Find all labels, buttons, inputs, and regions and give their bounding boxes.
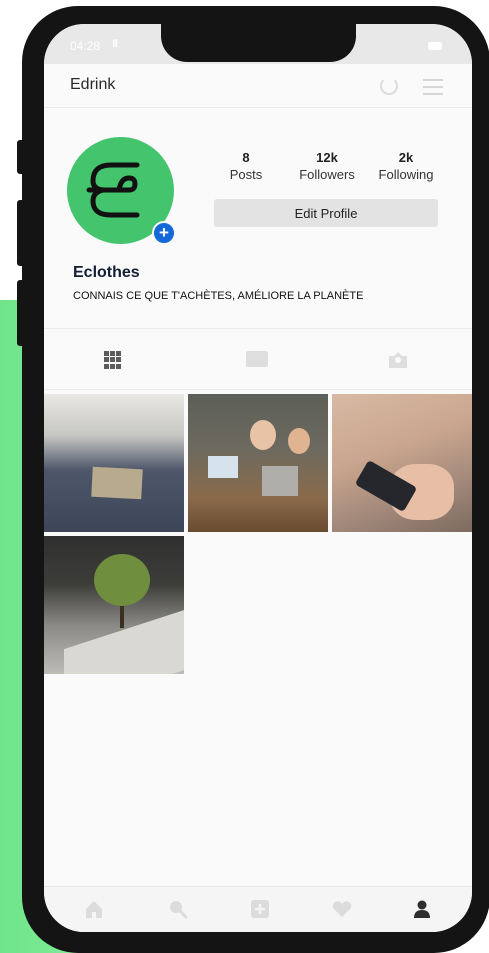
stat-followers[interactable]: 12k Followers <box>294 150 360 182</box>
menu-icon[interactable] <box>423 79 443 100</box>
laptop-screen <box>208 456 238 478</box>
following-count: 2k <box>398 150 414 165</box>
profile-tabs <box>44 328 472 390</box>
home-icon[interactable] <box>84 899 104 919</box>
profile-name: Eclothes <box>73 264 140 281</box>
phone-screen: 04:28 Ill Edrink + 8 Posts 12k Followers… <box>44 24 472 932</box>
post-thumbnail[interactable] <box>44 536 184 674</box>
clothing-tag <box>91 466 143 500</box>
search-icon[interactable] <box>168 899 188 919</box>
status-time: 04:28 <box>70 39 101 53</box>
app-bar: Edrink <box>44 64 472 108</box>
posts-label: Posts <box>229 167 263 182</box>
laptop <box>262 466 298 496</box>
app-title: Edrink <box>70 76 116 93</box>
tab-grid[interactable] <box>104 351 122 369</box>
person-face <box>250 420 276 450</box>
staircase <box>64 606 184 674</box>
tab-tv[interactable] <box>246 351 268 367</box>
tagged-icon <box>389 352 407 368</box>
refresh-icon[interactable] <box>380 77 398 95</box>
heart-icon[interactable] <box>332 899 352 919</box>
phone-notch <box>161 24 356 62</box>
followers-count: 12k <box>316 150 338 165</box>
add-post-icon[interactable] <box>250 899 270 919</box>
signal-icon: Ill <box>112 38 118 50</box>
edit-profile-button[interactable]: Edit Profile <box>214 199 438 227</box>
person-face <box>288 428 310 454</box>
profile-icon[interactable] <box>412 899 432 919</box>
stat-posts[interactable]: 8 Posts <box>226 150 266 182</box>
add-story-button[interactable]: + <box>152 221 176 245</box>
posts-count: 8 <box>242 150 250 165</box>
post-thumbnail[interactable] <box>188 394 328 532</box>
battery-icon <box>428 42 442 50</box>
stat-following[interactable]: 2k Following <box>372 150 440 182</box>
following-label: Following <box>378 167 434 182</box>
followers-label: Followers <box>299 167 355 182</box>
profile-bio: CONNAIS CE QUE T'ACHÈTES, AMÉLIORE LA PL… <box>73 290 364 302</box>
eclothes-logo-icon <box>86 162 140 218</box>
tree <box>94 554 150 606</box>
tab-tagged[interactable] <box>388 351 408 369</box>
post-thumbnail[interactable] <box>332 394 472 532</box>
post-thumbnail[interactable] <box>44 394 184 532</box>
bottom-nav <box>44 886 472 932</box>
